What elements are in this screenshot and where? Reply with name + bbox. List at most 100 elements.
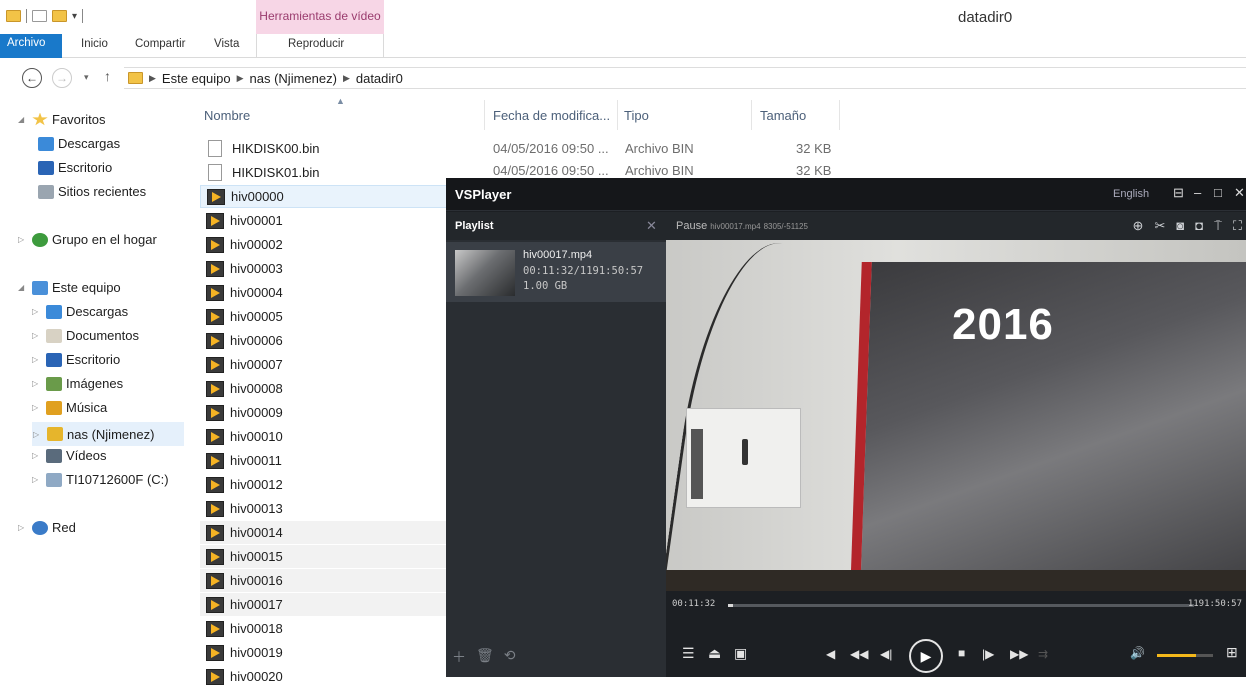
close-icon[interactable]: ✕: [1234, 185, 1245, 201]
chevron-down-icon[interactable]: ▾: [72, 11, 77, 22]
eject-icon[interactable]: ⏏: [708, 645, 721, 662]
column-tipo[interactable]: Tipo: [624, 108, 649, 123]
up-icon[interactable]: ↑: [104, 68, 111, 84]
video-display[interactable]: 2016: [666, 240, 1246, 591]
expand-icon[interactable]: ▷: [32, 355, 42, 364]
file-row[interactable]: hiv00009: [200, 401, 450, 424]
nav-descargas[interactable]: Descargas: [38, 136, 120, 151]
expand-icon[interactable]: ▷: [18, 235, 28, 244]
grid-icon[interactable]: ⊞: [1226, 644, 1238, 661]
volume-icon[interactable]: 🔊: [1130, 646, 1145, 660]
menu-icon[interactable]: ⊟: [1173, 185, 1184, 201]
rewind-icon[interactable]: ◀◀: [850, 647, 868, 661]
delete-icon[interactable]: 🗑: [476, 647, 494, 667]
address-bar[interactable]: ▶ Este equipo ▶ nas (Njimenez) ▶ datadir…: [124, 67, 1246, 89]
expand-icon[interactable]: ◢: [18, 283, 28, 292]
file-row[interactable]: hiv00010: [200, 425, 450, 448]
tab-vista[interactable]: Vista: [214, 38, 239, 50]
file-row[interactable]: hiv00019: [200, 641, 450, 664]
column-nombre[interactable]: Nombre: [204, 108, 250, 123]
minimize-icon[interactable]: –: [1194, 185, 1201, 200]
volume-slider[interactable]: [1157, 654, 1213, 657]
file-row[interactable]: hiv00003: [200, 257, 450, 280]
settings-icon[interactable]: ▣: [734, 645, 747, 662]
scissors-icon[interactable]: ✂: [1154, 218, 1165, 234]
fast-forward-icon[interactable]: ▶▶: [1010, 647, 1028, 661]
forward-icon[interactable]: →: [52, 68, 72, 88]
nav-videos[interactable]: ▷ Vídeos: [32, 448, 106, 463]
nav-eq-descargas[interactable]: ▷ Descargas: [32, 304, 128, 319]
new-folder-icon[interactable]: [52, 10, 67, 22]
breadcrumb-este-equipo[interactable]: Este equipo: [162, 71, 231, 86]
recent-locations-icon[interactable]: ▾: [84, 72, 89, 83]
playlist-item[interactable]: hiv00017.mp4 00:11:32/1191:50:57 1.00 GB: [446, 242, 666, 302]
tab-compartir[interactable]: Compartir: [135, 38, 185, 50]
play-button[interactable]: ▶: [909, 639, 943, 673]
stop-prev-icon[interactable]: ◀: [826, 647, 835, 661]
language-selector[interactable]: English: [1113, 188, 1149, 200]
expand-icon[interactable]: ▷: [33, 430, 43, 439]
nav-escritorio[interactable]: Escritorio: [38, 160, 112, 175]
expand-icon[interactable]: ▷: [32, 403, 42, 412]
nav-red[interactable]: ▷ Red: [18, 520, 76, 535]
frame-back-icon[interactable]: ◀|: [880, 647, 892, 661]
nav-nas[interactable]: ▷ nas (Njimenez): [32, 422, 184, 446]
file-row[interactable]: HIKDISK01.bin: [200, 161, 450, 184]
file-row[interactable]: hiv00013: [200, 497, 450, 520]
nav-favoritos[interactable]: ◢ Favoritos: [18, 112, 105, 127]
back-icon[interactable]: ←: [22, 68, 42, 88]
file-row[interactable]: hiv00000: [200, 185, 450, 208]
expand-icon[interactable]: ▷: [32, 307, 42, 316]
seek-bar[interactable]: [728, 604, 1194, 607]
expand-icon[interactable]: ▷: [32, 379, 42, 388]
column-tamano[interactable]: Tamaño: [760, 108, 806, 123]
file-row[interactable]: hiv00008: [200, 377, 450, 400]
fullscreen-icon[interactable]: ⛶: [1233, 218, 1242, 234]
nav-eq-escritorio[interactable]: ▷ Escritorio: [32, 352, 120, 367]
nav-sitios-recientes[interactable]: Sitios recientes: [38, 184, 146, 199]
snapshot-icon[interactable]: ◙: [1176, 218, 1184, 234]
file-row[interactable]: hiv00011: [200, 449, 450, 472]
file-row[interactable]: hiv00004: [200, 281, 450, 304]
file-row[interactable]: hiv00006: [200, 329, 450, 352]
breadcrumb-nas[interactable]: nas (Njimenez): [250, 71, 337, 86]
properties-icon[interactable]: [32, 10, 47, 22]
file-row[interactable]: hiv00002: [200, 233, 450, 256]
file-row[interactable]: hiv00001: [200, 209, 450, 232]
file-row[interactable]: hiv00017: [200, 593, 450, 616]
file-row[interactable]: HIKDISK00.bin: [200, 137, 450, 160]
zoom-icon[interactable]: ⊕: [1133, 218, 1144, 234]
column-divider[interactable]: [839, 100, 840, 130]
column-fecha[interactable]: Fecha de modifica...: [493, 108, 610, 123]
file-row[interactable]: hiv00014: [200, 521, 450, 544]
expand-icon[interactable]: ▷: [32, 475, 42, 484]
batch-snapshot-icon[interactable]: ◘: [1195, 218, 1203, 234]
file-row[interactable]: hiv00015: [200, 545, 450, 568]
file-row[interactable]: hiv00005: [200, 305, 450, 328]
playlist-icon[interactable]: ☰: [682, 645, 695, 662]
nav-musica[interactable]: ▷ Música: [32, 400, 107, 415]
column-divider[interactable]: [484, 100, 485, 130]
stop-icon[interactable]: ■: [958, 646, 965, 660]
expand-icon[interactable]: ▷: [32, 331, 42, 340]
nav-drive-c[interactable]: ▷ TI10712600F (C:): [32, 472, 169, 487]
frame-forward-icon[interactable]: |▶: [982, 647, 994, 661]
tab-reproducir[interactable]: Reproducir: [288, 38, 344, 50]
expand-icon[interactable]: ◢: [18, 115, 28, 124]
nav-este-equipo[interactable]: ◢ Este equipo: [18, 280, 121, 295]
nav-imagenes[interactable]: ▷ Imágenes: [32, 376, 123, 391]
nav-grupo-hogar[interactable]: ▷ Grupo en el hogar: [18, 232, 157, 247]
file-row[interactable]: hiv00016: [200, 569, 450, 592]
loop-icon[interactable]: ⟲: [504, 647, 516, 667]
tab-inicio[interactable]: Inicio: [81, 38, 108, 50]
breadcrumb-datadir0[interactable]: datadir0: [356, 71, 403, 86]
close-playlist-icon[interactable]: ✕: [646, 218, 657, 234]
file-row[interactable]: hiv00018: [200, 617, 450, 640]
file-row[interactable]: hiv00012: [200, 473, 450, 496]
tab-archivo[interactable]: Archivo: [0, 34, 62, 58]
slow-icon[interactable]: ⇉: [1038, 647, 1048, 661]
file-row[interactable]: hiv00007: [200, 353, 450, 376]
nav-documentos[interactable]: ▷ Documentos: [32, 328, 139, 343]
expand-icon[interactable]: ▷: [32, 451, 42, 460]
add-icon[interactable]: ＋: [452, 647, 466, 667]
